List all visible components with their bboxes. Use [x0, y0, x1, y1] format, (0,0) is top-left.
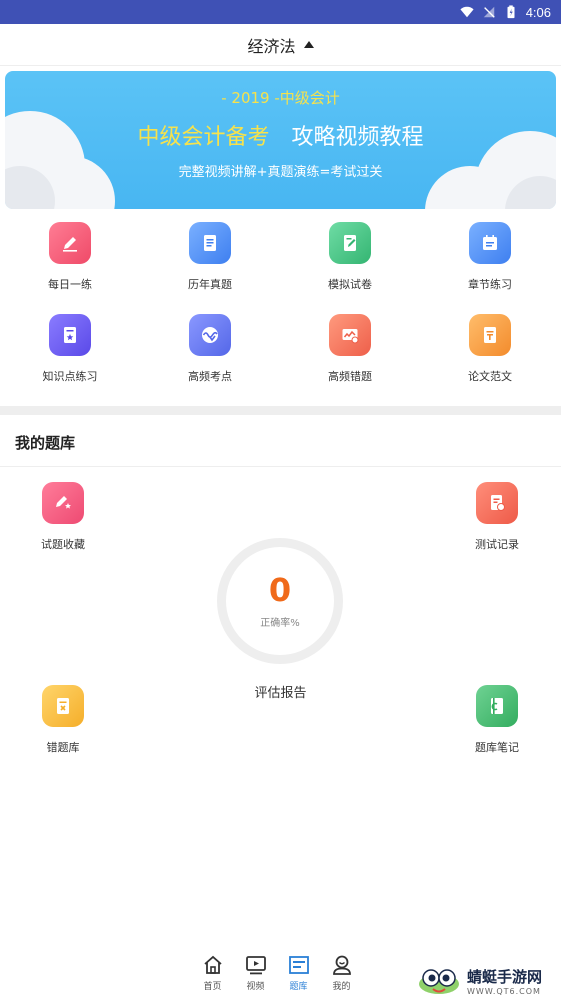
star-paper-icon	[49, 314, 91, 356]
grid-item-label: 章节练习	[468, 278, 512, 291]
favorites-label: 试题收藏	[41, 538, 85, 551]
subject-selector[interactable]: 经济法	[0, 24, 561, 66]
grid-item-frequent-errors[interactable]: 高频错题	[280, 310, 420, 402]
grid-item-label: 高频错题	[328, 370, 372, 383]
nav-video-label: 视频	[246, 982, 265, 992]
grid-item-label: 历年真题	[188, 278, 232, 291]
favorites-button[interactable]: 试题收藏	[23, 482, 103, 552]
subject-title: 经济法	[247, 36, 296, 56]
nav-question-bank-label: 题库	[289, 982, 308, 992]
pencil-icon	[49, 222, 91, 264]
watermark-url: WWW.QT6.COM	[467, 986, 541, 996]
star-pencil-icon	[42, 482, 84, 524]
nav-video[interactable]: 视频	[239, 954, 272, 992]
nav-profile-label: 我的	[332, 982, 351, 992]
battery-icon	[507, 5, 515, 19]
record-icon	[476, 482, 518, 524]
edit-paper-icon	[329, 222, 371, 264]
banner-headline-rest: 攻略视频教程	[291, 125, 424, 150]
grid-item-frequent-points[interactable]: 高频考点	[140, 310, 280, 402]
nav-profile[interactable]: 我的	[325, 954, 358, 992]
test-records-label: 测试记录	[475, 538, 519, 551]
wave-circle-icon	[189, 314, 231, 356]
caret-up-icon	[303, 41, 314, 48]
essay-icon	[469, 314, 511, 356]
home-icon	[203, 955, 222, 974]
grid-item-chapter-practice[interactable]: 章节练习	[420, 218, 560, 310]
nav-home-label: 首页	[203, 982, 222, 992]
bottom-nav: 首页 视频 题库 我的	[196, 954, 358, 992]
grid-item-essay-samples[interactable]: 论文范文	[420, 310, 560, 402]
notes-button[interactable]: 题库笔记	[457, 685, 537, 755]
dragonfly-logo-icon	[419, 968, 459, 994]
feature-grid: 每日一练 历年真题 模拟试卷 章节练习 知识点练习 高频考点 高频错题 论文范文	[0, 218, 561, 402]
grid-item-daily-practice[interactable]: 每日一练	[0, 218, 140, 310]
wrong-bank-label: 错题库	[46, 741, 80, 754]
grid-item-mock-exam[interactable]: 模拟试卷	[280, 218, 420, 310]
calendar-list-icon	[469, 222, 511, 264]
section-divider-line	[0, 466, 561, 467]
banner-headline-highlight: 中级会计备考	[137, 125, 270, 150]
grid-item-label: 知识点练习	[42, 370, 98, 383]
video-icon	[245, 956, 266, 975]
nav-question-bank[interactable]: 题库	[282, 954, 315, 992]
status-time: 4:06	[525, 4, 551, 20]
promo-banner[interactable]: - 2019 -中级会计 中级会计备考 攻略视频教程 完整视频讲解+真题演练=考试…	[5, 71, 556, 209]
profile-icon	[332, 955, 351, 975]
notes-label: 题库笔记	[475, 741, 519, 754]
grid-item-knowledge-practice[interactable]: 知识点练习	[0, 310, 140, 402]
test-records-button[interactable]: 测试记录	[457, 482, 537, 552]
signal-off-icon	[483, 6, 495, 18]
section-divider	[0, 406, 561, 415]
wrong-bank-button[interactable]: 错题库	[23, 685, 103, 755]
chart-error-icon	[329, 314, 371, 356]
accuracy-label: 正确率%	[260, 617, 300, 629]
accuracy-value: 0	[268, 570, 292, 609]
grid-item-past-exams[interactable]: 历年真题	[140, 218, 280, 310]
grid-item-label: 每日一练	[48, 278, 92, 291]
my-bank-title: 我的题库	[15, 434, 76, 452]
accuracy-ring[interactable]: 0 正确率%	[217, 538, 343, 664]
status-bar: 4:06	[0, 0, 561, 24]
nav-home[interactable]: 首页	[196, 954, 229, 992]
question-bank-icon	[288, 956, 309, 974]
banner-year: - 2019 -中级会计	[221, 89, 340, 107]
grid-item-label: 高频考点	[188, 370, 232, 383]
grid-item-label: 模拟试卷	[328, 278, 372, 291]
watermark-title: 蜻蜓手游网	[467, 967, 543, 986]
site-watermark: 蜻蜓手游网 WWW.QT6.COM	[415, 962, 561, 999]
grid-item-label: 论文范文	[468, 370, 512, 383]
notebook-icon	[476, 685, 518, 727]
document-icon	[189, 222, 231, 264]
banner-subtitle: 完整视频讲解+真题演练=考试过关	[178, 165, 383, 180]
banner-headline: 中级会计备考 攻略视频教程	[5, 119, 556, 151]
wifi-icon	[460, 6, 474, 18]
wrong-paper-icon	[42, 685, 84, 727]
